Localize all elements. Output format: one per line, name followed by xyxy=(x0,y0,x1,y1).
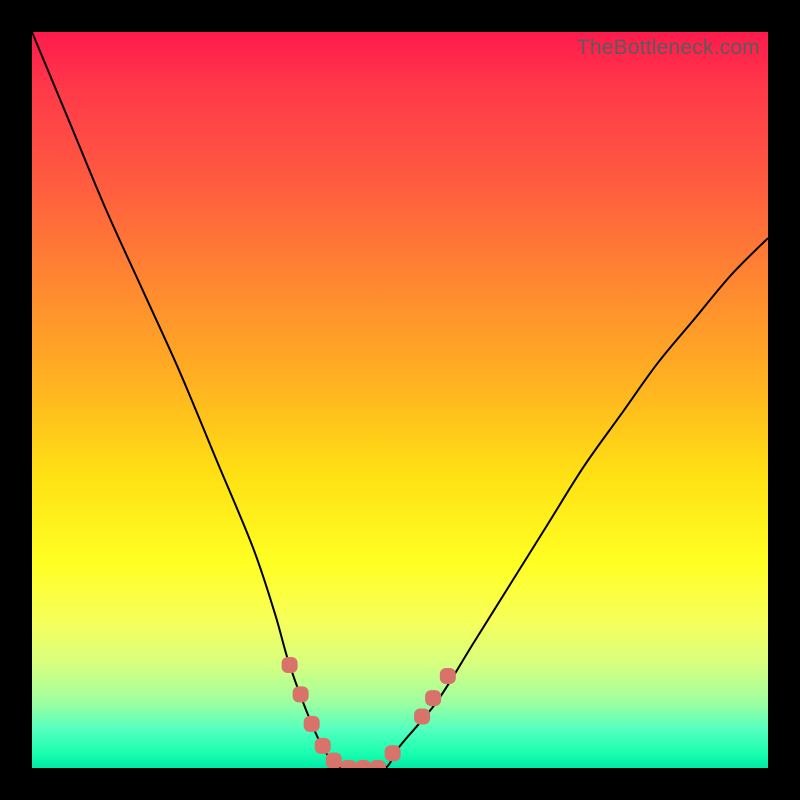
bottleneck-curve xyxy=(32,32,768,768)
highlight-marker xyxy=(340,760,356,768)
highlight-marker xyxy=(385,745,401,761)
plot-area: TheBottleneck.com xyxy=(32,32,768,768)
chart-frame: TheBottleneck.com xyxy=(0,0,800,800)
curve-layer xyxy=(32,32,768,768)
highlight-marker xyxy=(425,690,441,706)
highlight-marker xyxy=(293,686,309,702)
highlight-marker xyxy=(370,760,386,768)
highlight-marker xyxy=(414,708,430,724)
highlight-marker xyxy=(326,753,342,768)
highlight-marker xyxy=(282,657,298,673)
highlight-marker xyxy=(304,716,320,732)
highlight-marker xyxy=(440,668,456,684)
highlight-marker xyxy=(355,760,371,768)
highlight-marker xyxy=(315,738,331,754)
